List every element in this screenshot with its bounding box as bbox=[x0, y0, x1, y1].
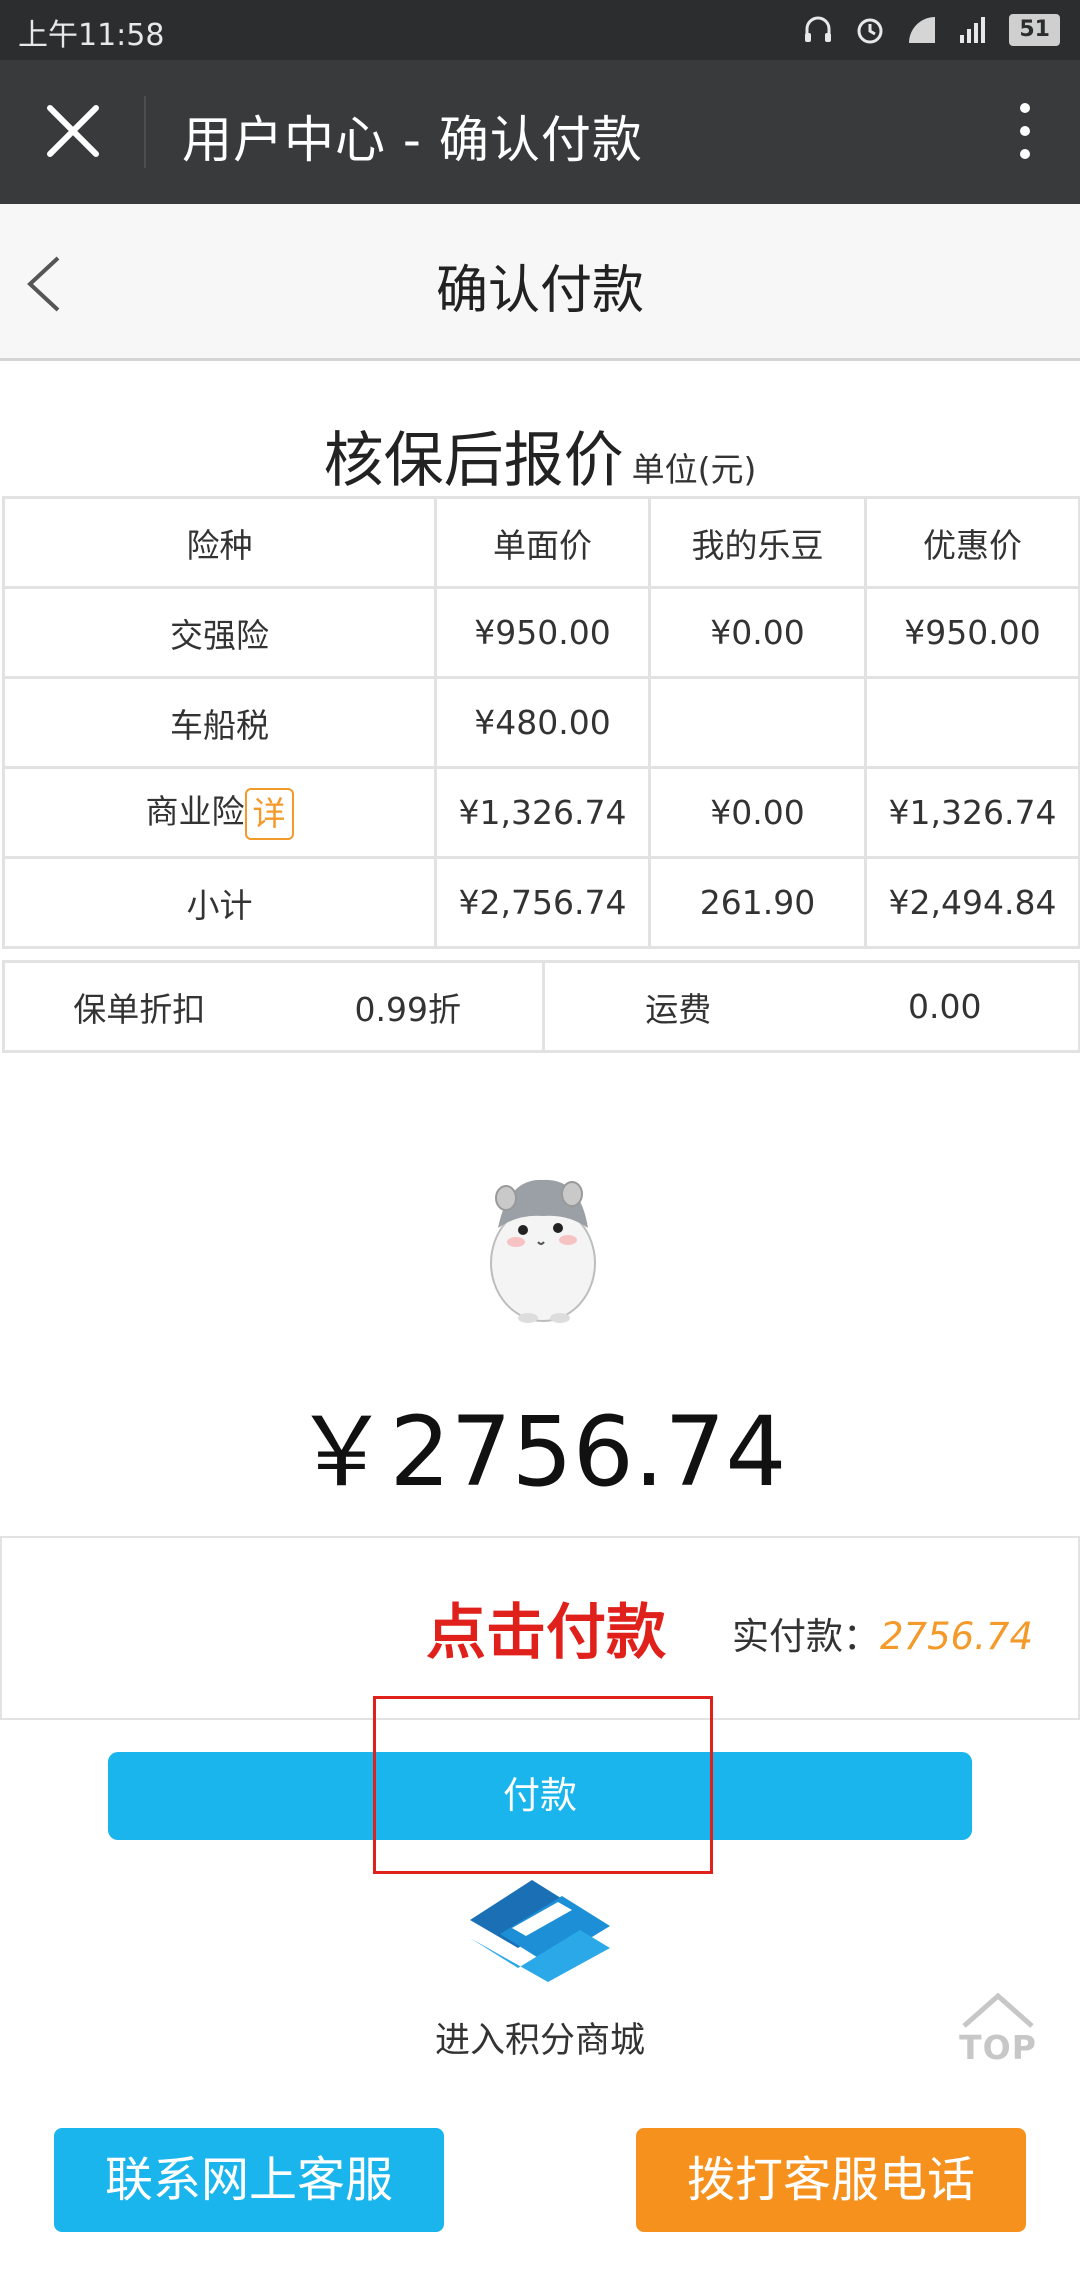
header-ledou: 我的乐豆 bbox=[648, 496, 867, 589]
points-mall-link[interactable]: 进入积分商城 bbox=[0, 2012, 1080, 2063]
row-price: ¥1,326.74 bbox=[434, 766, 651, 859]
actual-payment-amount: 2756.74 bbox=[880, 1615, 1034, 1658]
payment-summary: 点击付款 实付款：2756.74 bbox=[0, 1536, 1080, 1720]
titlebar-divider bbox=[144, 96, 146, 168]
row-type: 商业险 bbox=[145, 792, 245, 832]
battery-icon: 51 bbox=[1009, 14, 1060, 46]
table-row: 车船税 ¥480.00 bbox=[2, 676, 1080, 769]
row-price: ¥480.00 bbox=[434, 676, 651, 769]
table-row: 交强险 ¥950.00 ¥0.00 ¥950.00 bbox=[2, 586, 1080, 679]
contact-online-service-button[interactable]: 联系网上客服 bbox=[54, 2128, 444, 2232]
alarm-icon bbox=[857, 18, 883, 44]
quote-section-title: 核保后报价 单位(元) bbox=[0, 412, 1080, 499]
up-chevron-icon bbox=[962, 1992, 1034, 2028]
row-discount: ¥1,326.74 bbox=[864, 766, 1080, 859]
webview-title: 用户中心 - 确认付款 bbox=[182, 111, 643, 169]
total-amount: ￥2756.74 bbox=[293, 1396, 787, 1508]
quote-footer-table: 保单折扣 0.99折 运费 0.00 bbox=[2, 960, 1080, 1053]
more-vertical-icon[interactable] bbox=[1010, 98, 1040, 164]
header-discount: 优惠价 bbox=[864, 496, 1080, 589]
row-type: 车船税 bbox=[2, 676, 437, 769]
page-title: 确认付款 bbox=[435, 261, 644, 321]
row-type: 小计 bbox=[2, 856, 437, 949]
header-price: 单面价 bbox=[434, 496, 651, 589]
back-to-top-label: TOP bbox=[959, 2028, 1037, 2067]
wifi-icon bbox=[909, 17, 936, 43]
row-price: ¥950.00 bbox=[434, 586, 651, 679]
status-icons: 51 bbox=[801, 10, 1060, 50]
quote-table: 险种 单面价 我的乐豆 优惠价 交强险 ¥950.00 ¥0.00 ¥950.0… bbox=[2, 496, 1080, 949]
table-header-row: 险种 单面价 我的乐豆 优惠价 bbox=[2, 496, 1080, 589]
row-ledou: ¥0.00 bbox=[648, 766, 867, 859]
page-header: 确认付款 bbox=[0, 204, 1080, 361]
row-discount: ¥950.00 bbox=[864, 586, 1080, 679]
row-discount bbox=[864, 676, 1080, 769]
policy-discount-label: 保单折扣 bbox=[2, 960, 274, 1053]
table-row: 商业险详 ¥1,326.74 ¥0.00 ¥1,326.74 bbox=[2, 766, 1080, 859]
row-price: ¥2,756.74 bbox=[434, 856, 651, 949]
close-icon[interactable] bbox=[40, 98, 106, 164]
status-time: 上午11:58 bbox=[18, 18, 165, 53]
row-type-cell: 商业险详 bbox=[2, 766, 437, 859]
back-to-top-button[interactable]: TOP bbox=[958, 1990, 1038, 2070]
shipping-value: 0.00 bbox=[811, 960, 1080, 1053]
hamster-mascot-image bbox=[490, 1179, 596, 1323]
row-ledou bbox=[648, 676, 867, 769]
row-ledou: 261.90 bbox=[648, 856, 867, 949]
call-service-button[interactable]: 拨打客服电话 bbox=[636, 2128, 1026, 2232]
highlight-frame bbox=[373, 1696, 713, 1874]
shipping-label: 运费 bbox=[542, 960, 812, 1053]
quote-unit: 单位(元) bbox=[631, 450, 757, 489]
row-ledou: ¥0.00 bbox=[648, 586, 867, 679]
points-mall-logo-icon[interactable] bbox=[462, 1870, 618, 1986]
detail-button[interactable]: 详 bbox=[244, 787, 294, 840]
click-to-pay-hint: 点击付款 bbox=[426, 1598, 666, 1668]
actual-payment-label: 实付款： bbox=[732, 1615, 880, 1658]
status-bar: 上午11:58 51 bbox=[0, 0, 1080, 60]
table-row: 小计 ¥2,756.74 261.90 ¥2,494.84 bbox=[2, 856, 1080, 949]
header-type: 险种 bbox=[2, 496, 437, 589]
policy-discount-value: 0.99折 bbox=[273, 960, 545, 1053]
webview-titlebar: 用户中心 - 确认付款 bbox=[0, 60, 1080, 204]
quote-title: 核保后报价 bbox=[323, 426, 624, 496]
row-discount: ¥2,494.84 bbox=[864, 856, 1080, 949]
footer-row: 保单折扣 0.99折 运费 0.00 bbox=[2, 960, 1080, 1053]
signal-icon bbox=[960, 17, 986, 43]
headset-icon bbox=[805, 16, 832, 42]
row-type: 交强险 bbox=[2, 586, 437, 679]
actual-payment: 实付款：2756.74 bbox=[732, 1606, 1033, 1660]
